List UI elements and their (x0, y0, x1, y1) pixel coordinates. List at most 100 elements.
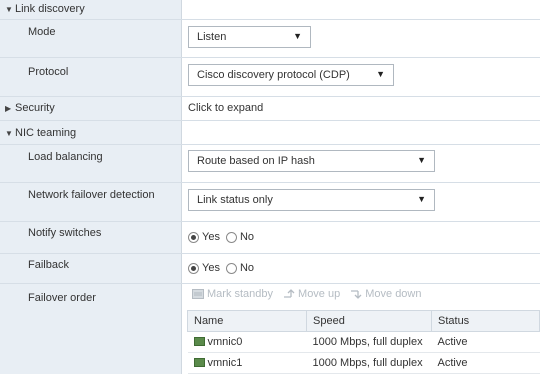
dropdown-arrow-icon: ▼ (293, 31, 302, 41)
row-failback: Failback Yes No (0, 254, 540, 284)
network-adapter-icon (193, 358, 205, 367)
move-up-icon (284, 289, 295, 298)
button-label: Move down (365, 288, 422, 300)
table-row[interactable]: vmnic1 1000 Mbps, full duplex Active (187, 352, 540, 374)
cell-status: Active (431, 352, 540, 374)
failover-detection-label: Network failover detection (28, 189, 155, 201)
mode-selected-value: Listen (197, 31, 227, 43)
value-column: Cisco discovery protocol (CDP) ▼ (182, 58, 540, 96)
label-column: Failover order (0, 284, 182, 374)
section-title: Security (15, 102, 55, 114)
label-column: Notify switches (0, 222, 182, 253)
dropdown-arrow-icon: ▼ (417, 155, 426, 165)
section-security[interactable]: ▶ Security Click to expand (0, 97, 540, 121)
failover-order-label: Failover order (28, 292, 96, 304)
protocol-selected-value: Cisco discovery protocol (CDP) (197, 69, 350, 81)
row-notify-switches: Notify switches Yes No (0, 222, 540, 254)
button-label: Move up (298, 288, 341, 300)
mode-label: Mode (28, 26, 56, 38)
label-column: Network failover detection (0, 183, 182, 221)
load-balancing-selected-value: Route based on IP hash (197, 155, 315, 167)
column-header-status[interactable]: Status (431, 310, 540, 332)
value-column: Route based on IP hash ▼ (182, 145, 540, 182)
label-column: ▼ Link discovery (0, 0, 182, 19)
cell-speed: 1000 Mbps, full duplex (306, 331, 432, 353)
cell-name: vmnic1 (187, 352, 307, 374)
failover-detection-selected-value: Link status only (197, 194, 273, 206)
load-balancing-label: Load balancing (28, 151, 103, 163)
failover-order-toolbar: Mark standby Move up Move down (192, 288, 432, 300)
value-column: Mark standby Move up Move down Name Spee… (182, 284, 540, 374)
protocol-label: Protocol (28, 66, 69, 78)
row-protocol: Protocol Cisco discovery protocol (CDP) … (0, 58, 540, 97)
radio-label: Yes (202, 231, 220, 243)
nic-name: vmnic0 (207, 336, 243, 348)
radio-unselected-icon[interactable] (225, 262, 237, 274)
section-nic-teaming[interactable]: ▼ NIC teaming (0, 121, 540, 145)
protocol-select[interactable]: Cisco discovery protocol (CDP) ▼ (188, 64, 394, 86)
notify-switches-no-option[interactable]: No (225, 231, 255, 243)
value-column: Yes No (182, 222, 540, 253)
section-link-discovery[interactable]: ▼ Link discovery (0, 0, 540, 20)
button-label: Mark standby (207, 288, 274, 300)
value-column (182, 0, 540, 19)
settings-grid: ▼ Link discovery Mode Listen ▼ Protocol … (0, 0, 540, 374)
notify-switches-label: Notify switches (28, 227, 102, 239)
section-title: NIC teaming (15, 127, 77, 139)
collapse-triangle-icon[interactable]: ▼ (5, 5, 15, 14)
radio-unselected-icon[interactable] (225, 231, 237, 243)
value-column: Listen ▼ (182, 20, 540, 57)
nic-name: vmnic1 (207, 357, 243, 369)
label-column: Failback (0, 254, 182, 283)
row-load-balancing: Load balancing Route based on IP hash ▼ (0, 145, 540, 183)
mode-select[interactable]: Listen ▼ (188, 26, 311, 48)
failback-yes-option[interactable]: Yes (188, 262, 220, 274)
move-down-button[interactable]: Move down (350, 288, 422, 300)
radio-label: No (239, 262, 255, 274)
failover-detection-select[interactable]: Link status only ▼ (188, 189, 435, 211)
mark-standby-button[interactable]: Mark standby (192, 288, 273, 300)
failback-label: Failback (28, 259, 69, 271)
failover-order-table: Name Speed Status vmnic0 1000 Mbps, full… (187, 310, 540, 374)
radio-selected-icon[interactable] (188, 262, 199, 274)
dropdown-arrow-icon: ▼ (417, 194, 426, 204)
click-to-expand-link[interactable]: Click to expand (188, 102, 263, 114)
dropdown-arrow-icon: ▼ (376, 69, 385, 79)
label-column: Mode (0, 20, 182, 57)
section-header: ▼ Link discovery (5, 3, 85, 15)
label-column: ▼ NIC teaming (0, 121, 182, 144)
failback-radio-group: Yes No (188, 262, 260, 274)
radio-selected-icon[interactable] (188, 231, 199, 243)
notify-switches-radio-group: Yes No (188, 231, 260, 243)
table-row[interactable]: vmnic0 1000 Mbps, full duplex Active (187, 331, 540, 353)
label-column: Protocol (0, 58, 182, 96)
row-failover-order: Failover order Mark standby Move up Move… (0, 284, 540, 374)
cell-status: Active (431, 331, 540, 353)
column-header-speed[interactable]: Speed (306, 310, 432, 332)
column-header-name[interactable]: Name (187, 310, 307, 332)
network-adapter-icon (193, 337, 205, 346)
radio-label: No (239, 231, 255, 243)
collapse-triangle-icon[interactable]: ▼ (5, 129, 15, 138)
value-column (182, 121, 540, 144)
move-down-icon (351, 290, 362, 299)
label-column: ▶ Security (0, 97, 182, 120)
radio-label: Yes (202, 262, 220, 274)
cell-speed: 1000 Mbps, full duplex (306, 352, 432, 374)
section-header: ▶ Security (5, 102, 55, 114)
table-header-row: Name Speed Status (187, 310, 540, 332)
expand-triangle-icon[interactable]: ▶ (5, 104, 15, 113)
failback-no-option[interactable]: No (225, 262, 255, 274)
row-mode: Mode Listen ▼ (0, 20, 540, 58)
label-column: Load balancing (0, 145, 182, 182)
cell-name: vmnic0 (187, 331, 307, 353)
value-column: Click to expand (182, 97, 540, 120)
section-header: ▼ NIC teaming (5, 127, 76, 139)
notify-switches-yes-option[interactable]: Yes (188, 231, 220, 243)
value-column: Yes No (182, 254, 540, 283)
row-failover-detection: Network failover detection Link status o… (0, 183, 540, 222)
value-column: Link status only ▼ (182, 183, 540, 221)
move-up-button[interactable]: Move up (283, 288, 340, 300)
mark-standby-icon (192, 289, 204, 299)
load-balancing-select[interactable]: Route based on IP hash ▼ (188, 150, 435, 172)
